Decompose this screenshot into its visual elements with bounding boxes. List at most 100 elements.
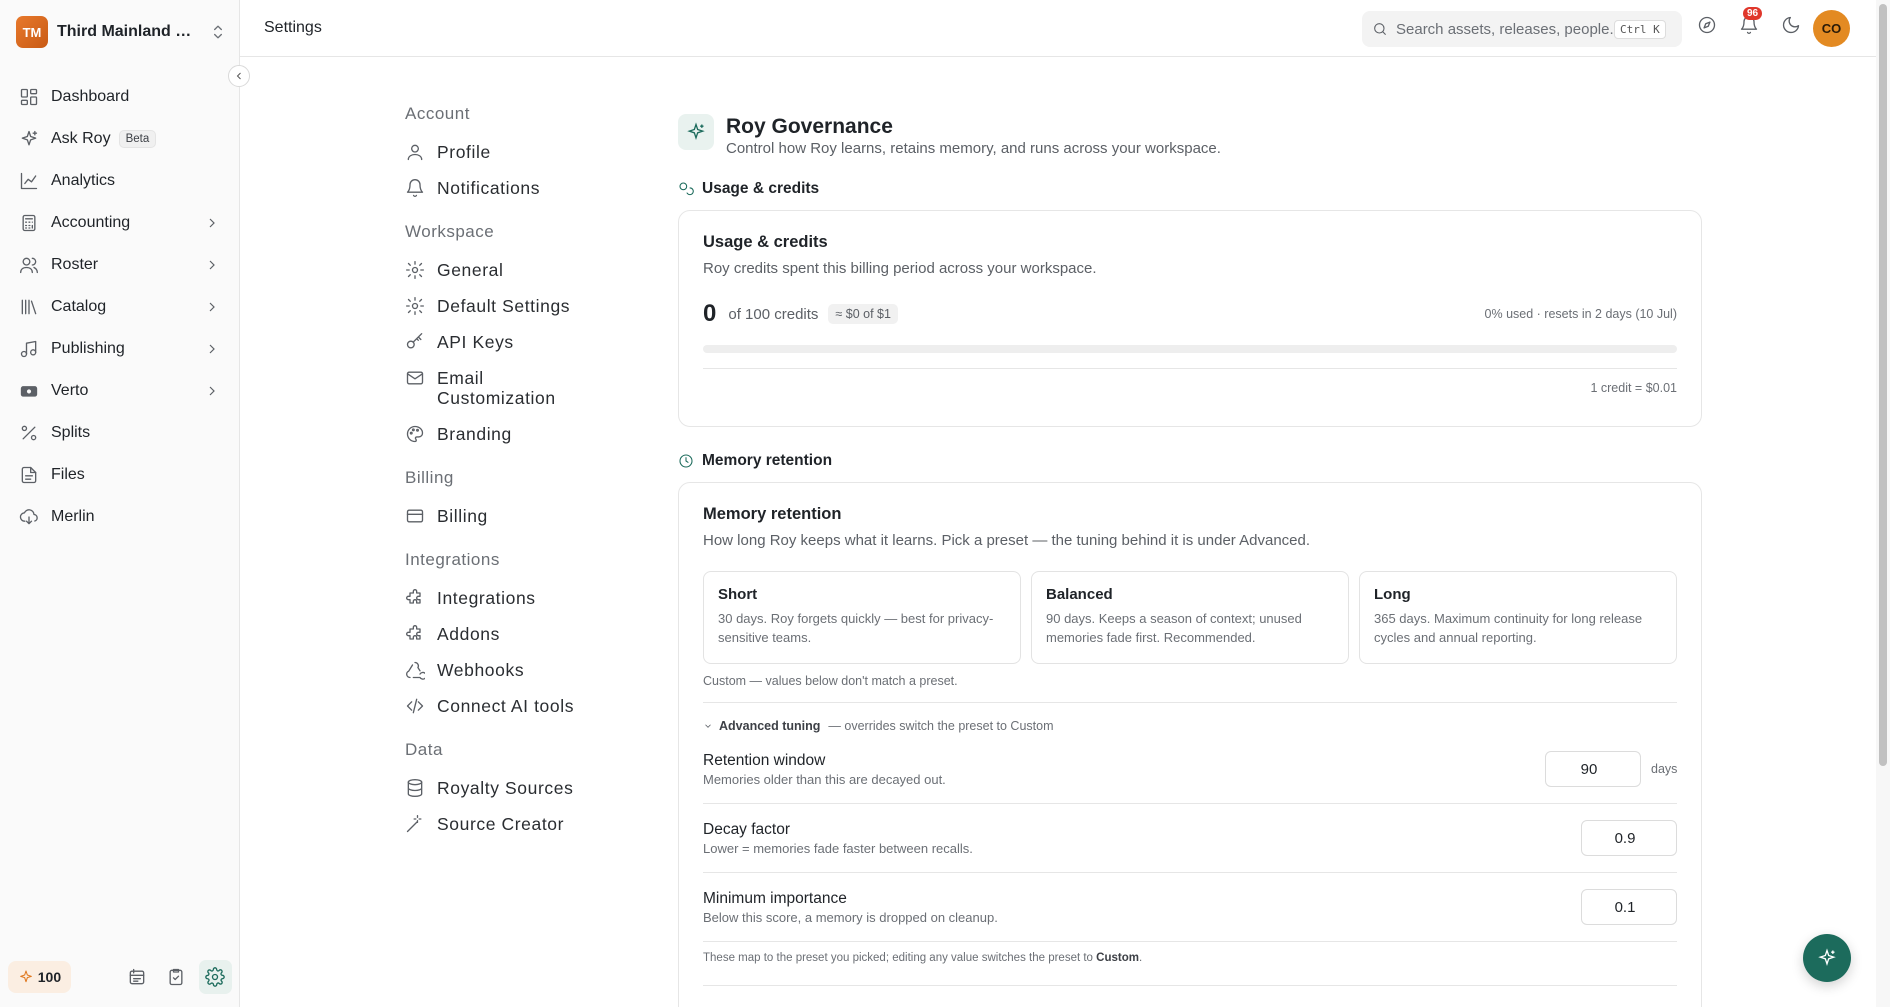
usage-section-label: Usage & credits <box>678 179 1702 199</box>
sidebar-nav: Dashboard Ask Roy Beta Analytics Account… <box>8 76 232 538</box>
field-label: Retention window <box>703 751 826 769</box>
settings-item-label: Webhooks <box>437 660 525 680</box>
settings-item-profile[interactable]: Profile <box>405 136 645 172</box>
chevron-right-icon <box>204 299 220 315</box>
sidebar-item-files[interactable]: Files <box>8 454 232 496</box>
clipboard-check-icon <box>166 967 186 987</box>
search-box[interactable]: Ctrl K <box>1362 11 1682 47</box>
webhook-icon <box>405 660 425 680</box>
settings-item-connect-ai-tools[interactable]: Connect AI tools <box>405 690 645 726</box>
minimum-importance-input[interactable] <box>1581 889 1677 925</box>
settings-item-label: Profile <box>437 142 491 162</box>
credits-pill[interactable]: 100 <box>8 961 71 993</box>
field-retention-window: Retention window Memories older than thi… <box>703 735 1677 804</box>
settings-item-label: Source Creator <box>437 814 565 834</box>
sidebar-item-merlin[interactable]: Merlin <box>8 496 232 538</box>
settings-item-branding[interactable]: Branding <box>405 418 645 454</box>
advanced-tuning-toggle[interactable]: Advanced tuning <box>703 719 820 733</box>
users-icon <box>19 255 39 275</box>
settings-item-billing[interactable]: Billing <box>405 500 645 536</box>
gear-icon <box>205 967 226 987</box>
settings-item-addons[interactable]: Addons <box>405 618 645 654</box>
settings-item-default-settings[interactable]: Default Settings <box>405 290 645 326</box>
search-input[interactable] <box>1396 20 1614 38</box>
settings-item-label: Notifications <box>437 178 541 198</box>
palette-icon <box>405 424 425 444</box>
settings-item-notifications[interactable]: Notifications <box>405 172 645 208</box>
sidebar-item-accounting[interactable]: Accounting <box>8 202 232 244</box>
puzzle-icon <box>405 624 425 644</box>
sidebar-item-catalog[interactable]: Catalog <box>8 286 232 328</box>
sidebar-item-label: Merlin <box>51 508 95 525</box>
settings-item-email-customization[interactable]: Email Customization <box>405 362 645 418</box>
notification-badge: 96 <box>1743 7 1763 20</box>
credits-total: of 100 credits <box>728 305 819 323</box>
ledger-button[interactable] <box>120 960 153 994</box>
compass-icon[interactable] <box>1697 15 1717 35</box>
settings-item-label: Royalty Sources <box>437 778 574 798</box>
sidebar-item-splits[interactable]: Splits <box>8 412 232 454</box>
sparkle-icon <box>18 969 34 985</box>
section-label-text: Usage & credits <box>702 180 820 197</box>
collapse-sidebar-button[interactable] <box>228 65 250 87</box>
decay-factor-input[interactable] <box>1581 820 1677 856</box>
sidebar-item-analytics[interactable]: Analytics <box>8 160 232 202</box>
field-unit: days <box>1651 762 1678 776</box>
preset-description: 365 days. Maximum continuity for long re… <box>1374 611 1643 645</box>
sidebar-item-label: Splits <box>51 424 91 441</box>
tasks-button[interactable] <box>159 960 192 994</box>
workspace-switcher[interactable]: TM Third Mainland Records <box>16 16 228 48</box>
chevron-right-icon <box>204 215 220 231</box>
field-label: Minimum importance <box>703 889 847 907</box>
settings-item-api-keys[interactable]: API Keys <box>405 326 645 362</box>
sidebar-item-publishing[interactable]: Publishing <box>8 328 232 370</box>
retention-window-input[interactable] <box>1545 751 1641 787</box>
settings-item-general[interactable]: General <box>405 254 645 290</box>
usage-summary: 0 of 100 credits ≈ $0 of $1 0% used · re… <box>703 299 1677 329</box>
sidebar-item-label: Publishing <box>51 340 125 357</box>
custom-preset-note: Custom — values below don't match a pres… <box>703 674 958 688</box>
settings-item-webhooks[interactable]: Webhooks <box>405 654 645 690</box>
ask-roy-fab[interactable] <box>1803 934 1851 982</box>
wand-icon <box>405 814 425 834</box>
topbar: Settings Ctrl K 96 CO <box>240 0 1876 57</box>
settings-button[interactable] <box>198 960 232 994</box>
scrollbar-thumb[interactable] <box>1879 4 1887 766</box>
settings-group-title: Integrations <box>405 550 500 569</box>
gear-icon <box>405 260 425 280</box>
memory-card: Memory retention How long Roy keeps what… <box>678 482 1702 1007</box>
file-icon <box>19 465 39 485</box>
settings-item-royalty-sources[interactable]: Royalty Sources <box>405 772 645 808</box>
card-icon <box>19 381 39 401</box>
sidebar-item-verto[interactable]: Verto <box>8 370 232 412</box>
memory-subtitle: How long Roy keeps what it learns. Pick … <box>703 532 1311 549</box>
divider <box>703 368 1677 369</box>
preset-title: Short <box>718 586 758 603</box>
calculator-icon <box>19 213 39 233</box>
preset-short[interactable]: Short 30 days. Roy forgets quickly — bes… <box>703 571 1021 664</box>
settings-item-integrations[interactable]: Integrations <box>405 582 645 618</box>
moon-icon[interactable] <box>1781 15 1801 35</box>
sidebar-item-label: Roster <box>51 256 99 273</box>
settings-nav: Account Profile Notifications Workspace … <box>405 104 645 844</box>
preset-balanced[interactable]: Balanced 90 days. Keeps a season of cont… <box>1031 571 1349 664</box>
sidebar-item-label: Verto <box>51 382 89 399</box>
beta-badge: Beta <box>118 130 157 148</box>
bell-icon <box>405 178 425 198</box>
sidebar-item-label: Accounting <box>51 214 131 231</box>
field-minimum-importance: Minimum importance Below this score, a m… <box>703 873 1677 942</box>
preset-description: 30 days. Roy forgets quickly — best for … <box>718 611 994 645</box>
settings-item-label: Integrations <box>437 588 536 608</box>
sidebar-item-label: Ask Roy <box>51 130 111 147</box>
chevrons-up-down-icon <box>208 22 228 42</box>
sidebar-item-ask-roy[interactable]: Ask Roy Beta <box>8 118 232 160</box>
avatar[interactable]: CO <box>1813 10 1850 47</box>
gear-icon <box>405 296 425 316</box>
sidebar-item-dashboard[interactable]: Dashboard <box>8 76 232 118</box>
sidebar-item-roster[interactable]: Roster <box>8 244 232 286</box>
credit-rate: 1 credit = $0.01 <box>1590 381 1677 395</box>
settings-group-title: Workspace <box>405 222 495 241</box>
settings-item-source-creator[interactable]: Source Creator <box>405 808 645 844</box>
preset-long[interactable]: Long 365 days. Maximum continuity for lo… <box>1359 571 1677 664</box>
map-note-suffix: . <box>1138 952 1143 964</box>
